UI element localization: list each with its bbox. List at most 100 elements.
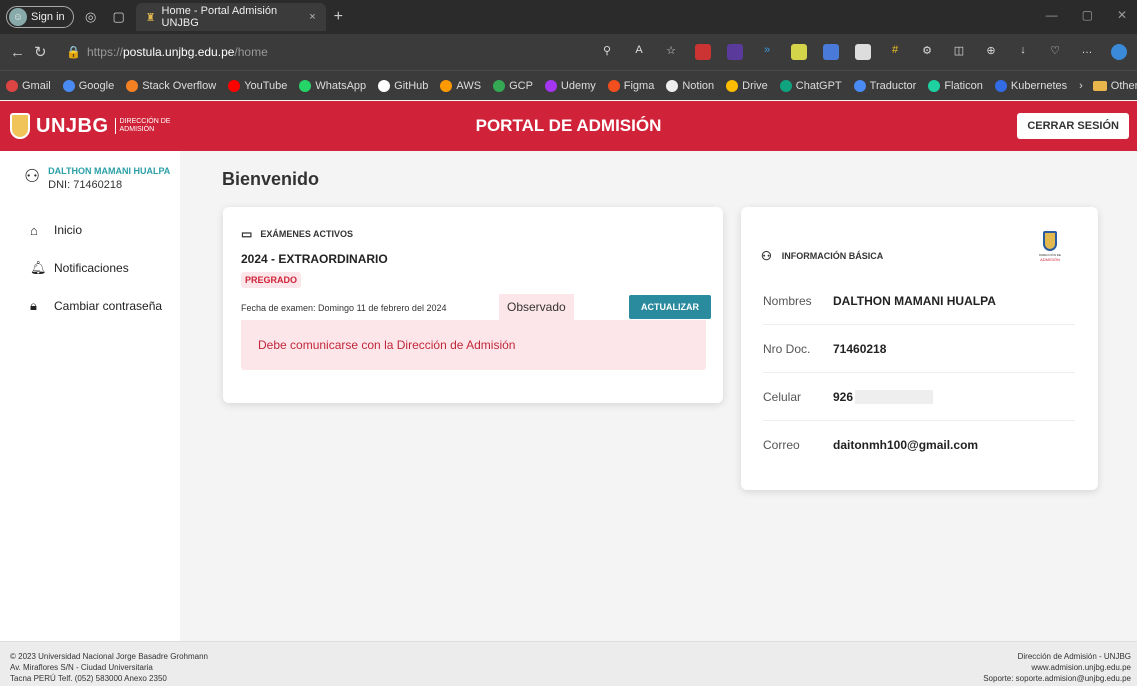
- chatgpt-icon: [779, 79, 792, 92]
- footer-support-link[interactable]: Soporte: soporte.admision@unjbg.edu.pe: [983, 673, 1131, 684]
- flaticon-icon: [928, 79, 941, 92]
- info-row-celular: Celular 926: [763, 373, 1075, 421]
- extension-icon[interactable]: [727, 44, 743, 60]
- tab-close-icon[interactable]: ×: [309, 11, 315, 23]
- bookmark-label: Notion: [682, 79, 715, 92]
- footer-org: Dirección de Admisión - UNJBG: [1017, 652, 1131, 661]
- more-icon[interactable]: …: [1079, 44, 1095, 60]
- chevron-right-icon[interactable]: ›: [1079, 80, 1083, 92]
- url-path: /home: [234, 45, 268, 59]
- drive-icon: [726, 79, 739, 92]
- user-profile: ⚇ DALTHON MAMANI HUALPA DNI: 71460218: [0, 151, 180, 191]
- youtube-icon: [228, 79, 241, 92]
- info-row-nro-doc: Nro Doc. 71460218: [763, 325, 1075, 373]
- signin-button[interactable]: ☺ Sign in: [6, 6, 74, 28]
- sidebar-item-notificaciones[interactable]: 🔔︎ Notificaciones: [0, 249, 180, 287]
- whatsapp-icon: [299, 79, 312, 92]
- extension-icon[interactable]: #: [887, 44, 903, 60]
- window-close-icon[interactable]: ✕: [1117, 8, 1127, 22]
- exam-name: 2024 - EXTRAORDINARIO: [241, 252, 388, 266]
- info-key: Celular: [763, 389, 802, 404]
- url-field[interactable]: 🔒 https://postula.unjbg.edu.pe/home: [66, 45, 268, 59]
- browser-tab-active[interactable]: ♜ Home - Portal Admisión UNJBG ×: [135, 3, 326, 31]
- maximize-icon[interactable]: ▢: [1082, 8, 1093, 22]
- bookmark-aws[interactable]: AWS: [440, 79, 482, 92]
- health-icon[interactable]: ♡: [1047, 44, 1063, 60]
- exam-date: Fecha de examen: Domingo 11 de febrero d…: [241, 303, 447, 313]
- new-tab-icon[interactable]: +: [334, 8, 343, 26]
- tab-title: Home - Portal Admisión UNJBG: [161, 5, 278, 29]
- address-bar: ← ↻ 🔒 https://postula.unjbg.edu.pe/home …: [0, 34, 1137, 70]
- sidebar-item-cambiar-contrasena[interactable]: 🔒︎ Cambiar contraseña: [0, 287, 180, 325]
- bookmark-gcp[interactable]: GCP: [493, 79, 533, 92]
- bookmark-stackoverflow[interactable]: Stack Overflow: [126, 79, 216, 92]
- workspaces-icon[interactable]: ◎: [80, 9, 102, 25]
- logout-button[interactable]: CERRAR SESIÓN: [1017, 113, 1129, 139]
- bookmark-kubernetes[interactable]: Kubernetes: [994, 79, 1068, 92]
- avatar-icon: ☺: [9, 8, 27, 26]
- bookmark-gmail[interactable]: Gmail: [6, 79, 51, 92]
- bookmark-label: Drive: [742, 79, 768, 92]
- other-favourites[interactable]: Other favourites: [1092, 79, 1137, 92]
- bookmark-flaticon[interactable]: Flaticon: [928, 79, 983, 92]
- bookmark-google[interactable]: Google: [62, 79, 115, 92]
- bookmark-label: GitHub: [394, 79, 429, 92]
- favorite-star-icon[interactable]: ☆: [663, 44, 679, 60]
- url-host: postula.unjbg.edu.pe: [122, 45, 235, 59]
- back-icon[interactable]: ←: [10, 44, 34, 61]
- bookmark-chatgpt[interactable]: ChatGPT: [779, 79, 842, 92]
- bookmark-label: Flaticon: [944, 79, 983, 92]
- lock-icon: 🔒: [66, 45, 81, 59]
- bookmark-github[interactable]: GitHub: [378, 79, 429, 92]
- crest-icon: [1043, 231, 1057, 251]
- minimize-icon[interactable]: —: [1046, 8, 1058, 22]
- bookmark-figma[interactable]: Figma: [607, 79, 655, 92]
- aws-icon: [440, 79, 453, 92]
- extensions-icon[interactable]: ⚙: [919, 44, 935, 60]
- user-icon: ⚇: [761, 249, 772, 263]
- extension-icon[interactable]: [855, 44, 871, 60]
- extension-icon[interactable]: [823, 44, 839, 60]
- bookmark-label: Figma: [623, 79, 655, 92]
- bookmark-drive[interactable]: Drive: [726, 79, 768, 92]
- bookmark-whatsapp[interactable]: WhatsApp: [299, 79, 367, 92]
- key-icon[interactable]: ⚲: [599, 44, 615, 60]
- alert-message: Debe comunicarse con la Dirección de Adm…: [241, 320, 706, 370]
- bookmark-label: AWS: [456, 79, 482, 92]
- kubernetes-icon: [994, 79, 1007, 92]
- favicon-icon: ♜: [145, 11, 156, 24]
- sidebar-item-inicio[interactable]: ⌂ Inicio: [0, 211, 180, 249]
- tab-actions-icon[interactable]: ▢: [108, 9, 130, 25]
- welcome-heading: Bienvenido: [222, 169, 320, 189]
- bookmark-label: Kubernetes: [1010, 79, 1068, 92]
- unjbg-logo[interactable]: UNJBG DIRECCIÓN DE ADMISIÓN: [10, 113, 170, 139]
- info-key: Nombres: [763, 293, 812, 308]
- collections-icon[interactable]: ⊕: [983, 44, 999, 60]
- read-aloud-icon[interactable]: A: [631, 44, 647, 60]
- footer-website-link[interactable]: www.admision.unjbg.edu.pe: [983, 662, 1131, 673]
- extension-icon[interactable]: [695, 44, 711, 60]
- extension-icon[interactable]: [791, 44, 807, 60]
- bookmark-label: WhatsApp: [315, 79, 367, 92]
- calendar-icon: ▭: [241, 227, 253, 241]
- refresh-icon[interactable]: ↻: [34, 43, 58, 61]
- gcp-icon: [493, 79, 506, 92]
- bell-icon: 🔔︎: [30, 260, 47, 275]
- extension-icon[interactable]: »: [759, 44, 775, 60]
- bookmark-label: Google: [78, 79, 115, 92]
- update-button[interactable]: ACTUALIZAR: [629, 295, 711, 319]
- redacted-phone: [855, 389, 934, 404]
- bookmark-notion[interactable]: Notion: [666, 79, 715, 92]
- udemy-icon: [544, 79, 557, 92]
- downloads-icon[interactable]: ↓: [1015, 44, 1031, 60]
- bookmark-youtube[interactable]: YouTube: [228, 79, 288, 92]
- bookmark-udemy[interactable]: Udemy: [544, 79, 596, 92]
- bookmark-traductor[interactable]: Traductor: [853, 79, 916, 92]
- status-badge: Observado: [499, 294, 574, 320]
- other-favourites-label: Other favourites: [1110, 79, 1137, 92]
- split-screen-icon[interactable]: ◫: [951, 44, 967, 60]
- bookmark-label: YouTube: [244, 79, 288, 92]
- basic-info-card: ⚇ INFORMACIÓN BÁSICA DIRECCIÓN DE ADMISI…: [741, 207, 1098, 490]
- footer: © 2023 Universidad Nacional Jorge Basadr…: [0, 641, 1137, 686]
- copilot-icon[interactable]: [1111, 44, 1127, 60]
